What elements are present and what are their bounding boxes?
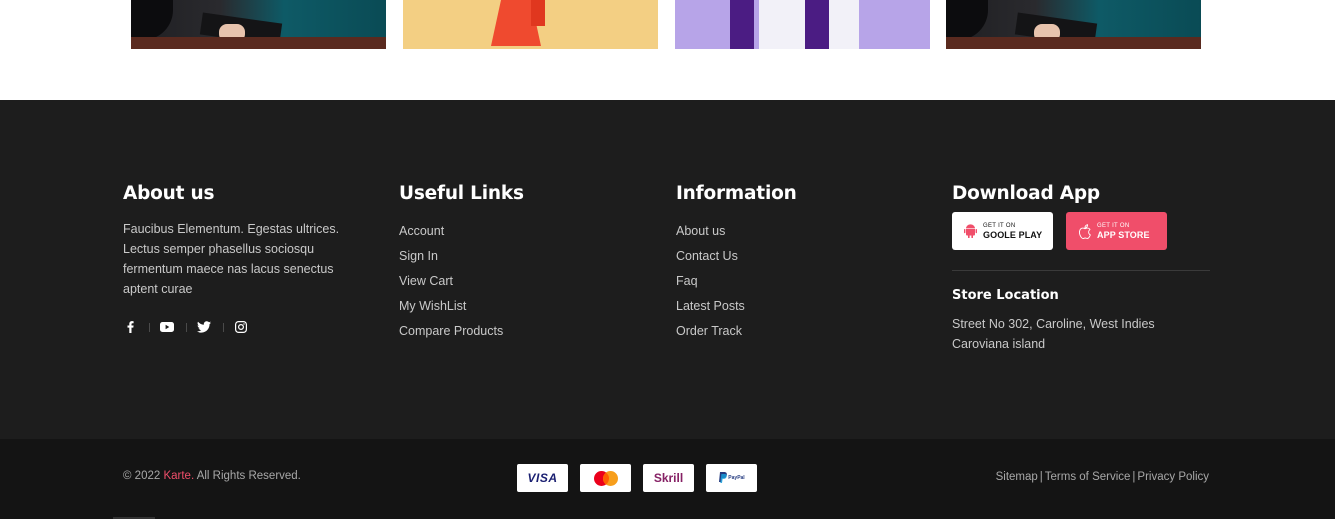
paypal-icon: PayPal [706, 464, 757, 492]
link-sign-in[interactable]: Sign In [399, 244, 619, 269]
useful-links-list: Account Sign In View Cart My WishList Co… [399, 219, 619, 344]
privacy-policy-link[interactable]: Privacy Policy [1137, 471, 1209, 483]
app-buttons: GET IT ON GOOLE PLAY GET IT ON APP STORE [952, 212, 1210, 250]
app-store-small: GET IT ON [1097, 222, 1130, 229]
useful-links-column: Useful Links Account Sign In View Cart M… [399, 182, 619, 344]
legal-links: Sitemap | Terms of Service | Privacy Policy [995, 471, 1209, 483]
link-contact-us[interactable]: Contact Us [676, 244, 896, 269]
social-links [123, 319, 363, 335]
terms-of-service-link[interactable]: Terms of Service [1045, 471, 1131, 483]
product-image-1[interactable] [131, 0, 386, 49]
link-about-us[interactable]: About us [676, 219, 896, 244]
app-store-button[interactable]: GET IT ON APP STORE [1066, 212, 1167, 250]
copyright: © 2022 Karte. All Rights Reserved. [123, 470, 301, 482]
android-icon [962, 223, 978, 239]
social-divider [223, 322, 224, 332]
product-image-4[interactable] [946, 0, 1201, 49]
google-play-label: GOOLE PLAY [983, 229, 1043, 240]
useful-links-title: Useful Links [399, 183, 524, 204]
link-compare-products[interactable]: Compare Products [399, 319, 619, 344]
social-divider [186, 322, 187, 332]
information-list: About us Contact Us Faq Latest Posts Ord… [676, 219, 896, 344]
footer-bottom-bar: © 2022 Karte. All Rights Reserved. VISA … [0, 439, 1335, 519]
social-divider [149, 322, 150, 332]
download-app-title: Download App [952, 183, 1100, 204]
facebook-icon[interactable] [123, 320, 137, 334]
link-faq[interactable]: Faq [676, 269, 896, 294]
skrill-icon: Skrill [643, 464, 694, 492]
store-location-title: Store Location [952, 288, 1059, 303]
store-address: Street No 302, Caroline, West Indies Car… [952, 314, 1210, 354]
product-image-strip [0, 0, 1335, 100]
google-play-small: GET IT ON [983, 222, 1016, 229]
footer: About us Faucibus Elementum. Egestas ult… [0, 100, 1335, 439]
twitter-icon[interactable] [197, 320, 211, 334]
link-latest-posts[interactable]: Latest Posts [676, 294, 896, 319]
about-column: About us Faucibus Elementum. Egestas ult… [123, 182, 363, 335]
payment-methods: VISA Skrill PayPal [517, 464, 757, 492]
product-image-2[interactable] [403, 0, 658, 49]
product-image-3[interactable] [675, 0, 930, 49]
about-title: About us [123, 183, 215, 204]
instagram-icon[interactable] [234, 320, 248, 334]
divider [952, 270, 1210, 271]
link-wishlist[interactable]: My WishList [399, 294, 619, 319]
link-view-cart[interactable]: View Cart [399, 269, 619, 294]
google-play-button[interactable]: GET IT ON GOOLE PLAY [952, 212, 1053, 250]
copyright-prefix: © 2022 [123, 470, 164, 482]
about-text: Faucibus Elementum. Egestas ultrices. Le… [123, 222, 340, 296]
information-title: Information [676, 183, 797, 204]
brand-link[interactable]: Karte. [163, 470, 194, 482]
store-address-line-2: Caroviana island [952, 337, 1046, 351]
link-account[interactable]: Account [399, 219, 619, 244]
mastercard-icon [580, 464, 631, 492]
download-app-column: Download App GET IT ON GOOLE PLAY GET IT… [952, 182, 1210, 354]
visa-icon: VISA [517, 464, 568, 492]
apple-icon [1076, 223, 1092, 239]
copyright-suffix: All Rights Reserved. [194, 470, 301, 482]
link-order-track[interactable]: Order Track [676, 319, 896, 344]
app-store-label: APP STORE [1097, 229, 1150, 240]
sitemap-link[interactable]: Sitemap [996, 471, 1038, 483]
youtube-icon[interactable] [160, 320, 174, 334]
information-column: Information About us Contact Us Faq Late… [676, 182, 896, 344]
store-address-line-1: Street No 302, Caroline, West Indies [952, 317, 1155, 331]
